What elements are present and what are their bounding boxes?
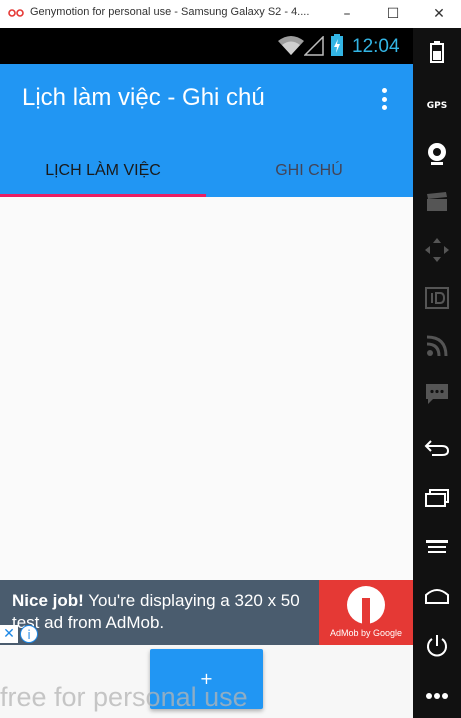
rss-icon[interactable] — [421, 330, 453, 362]
minimize-button[interactable]: – — [330, 0, 364, 28]
sms-icon[interactable] — [421, 378, 453, 410]
signal-icon — [304, 36, 324, 56]
gps-label: GPS — [426, 101, 448, 111]
menu-icon[interactable] — [421, 532, 453, 564]
back-icon[interactable] — [421, 432, 453, 464]
webcam-icon[interactable] — [421, 138, 453, 170]
recent-apps-icon[interactable] — [421, 482, 453, 514]
ad-close-icon[interactable]: ✕ — [0, 625, 18, 643]
admob-mark-icon — [347, 586, 385, 624]
ad-text-bold: Nice job! — [12, 591, 84, 610]
more-icon[interactable] — [421, 680, 453, 712]
genymotion-logo-icon — [8, 9, 24, 17]
device-screen: 12:04 Lịch làm việc - Ghi chú LỊCH LÀM V… — [0, 28, 413, 718]
watermark: free for personal use — [0, 682, 248, 712]
emulator-toolbar: GPS — [413, 28, 461, 718]
wifi-icon — [278, 36, 304, 55]
ad-text: Nice job! You're displaying a 320 x 50 t… — [12, 590, 312, 634]
tab-notes[interactable]: GHI CHÚ — [206, 148, 412, 197]
admob-logo: AdMob by Google — [319, 580, 413, 645]
dpad-icon[interactable] — [421, 234, 453, 266]
battery-icon[interactable] — [421, 36, 453, 68]
gps-icon[interactable]: GPS — [421, 90, 453, 122]
ad-banner[interactable]: Nice job! You're displaying a 320 x 50 t… — [0, 580, 413, 645]
window-title: Genymotion for personal use - Samsung Ga… — [30, 6, 310, 18]
admob-caption: AdMob by Google — [329, 628, 403, 638]
capture-icon[interactable] — [421, 186, 453, 218]
app-bar: Lịch làm việc - Ghi chú LỊCH LÀM VIỆC GH… — [0, 64, 413, 197]
tab-content-area — [0, 197, 413, 580]
window-title-bar: Genymotion for personal use - Samsung Ga… — [0, 0, 461, 28]
close-window-button[interactable]: ✕ — [422, 0, 456, 28]
more-vert-icon[interactable] — [374, 84, 394, 114]
ad-info-icon[interactable]: i — [20, 625, 38, 643]
maximize-button[interactable]: ☐ — [376, 0, 410, 28]
status-bar: 12:04 — [0, 28, 413, 64]
power-icon[interactable] — [421, 630, 453, 662]
tab-schedule[interactable]: LỊCH LÀM VIỆC — [0, 148, 206, 197]
id-icon[interactable] — [421, 282, 453, 314]
status-time: 12:04 — [352, 36, 400, 57]
app-title: Lịch làm việc - Ghi chú — [22, 84, 265, 111]
battery-icon — [331, 34, 343, 56]
home-icon[interactable] — [421, 580, 453, 612]
